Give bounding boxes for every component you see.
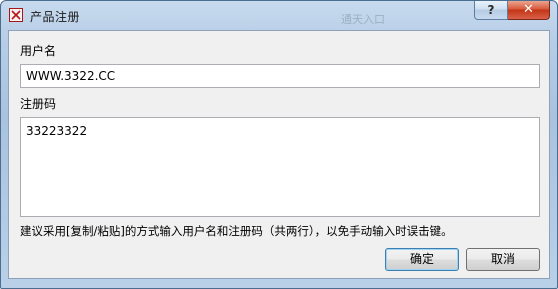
close-button[interactable]: ✕	[508, 1, 550, 20]
username-input[interactable]: WWW.3322.CC	[20, 64, 540, 88]
regcode-label: 注册码	[20, 97, 57, 111]
ok-button[interactable]: 确定	[385, 248, 459, 271]
background-window-text: 通天入口	[341, 13, 385, 26]
cancel-button[interactable]: 取消	[466, 248, 540, 271]
registration-dialog: 产品注册 通天入口 ? ✕ 用户名 WWW.3322.CC 注册码 332233…	[0, 0, 558, 289]
close-icon: ✕	[523, 2, 534, 17]
app-icon-glyph	[11, 10, 21, 20]
help-button[interactable]: ?	[474, 1, 508, 20]
hint-text: 建议采用[复制/粘贴]的方式输入用户名和注册码（共两行），以免手动输入时误击键。	[20, 224, 453, 238]
window-title: 产品注册	[30, 10, 81, 24]
question-mark-icon: ?	[487, 3, 495, 17]
username-label: 用户名	[20, 44, 57, 58]
app-icon	[9, 8, 23, 22]
dialog-content: 用户名 WWW.3322.CC 注册码 33223322 建议采用[复制/粘贴]…	[8, 30, 550, 279]
title-bar[interactable]: 产品注册 通天入口 ? ✕	[1, 1, 557, 31]
regcode-textarea[interactable]: 33223322	[20, 117, 540, 217]
